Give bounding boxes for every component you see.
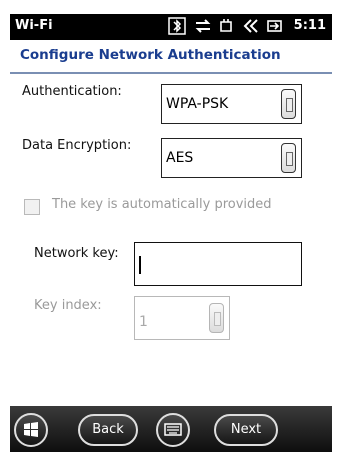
encryption-dropdown[interactable]: AES	[161, 138, 302, 178]
bluetooth-icon[interactable]	[168, 17, 186, 35]
next-button[interactable]: Next	[214, 414, 278, 446]
status-bar: Wi-Fi 5:11	[10, 14, 332, 40]
page-title: Configure Network Authentication	[20, 47, 281, 63]
title-bar: Configure Network Authentication	[10, 40, 332, 74]
encryption-label: Data Encryption:	[22, 138, 132, 153]
sync-icon[interactable]	[218, 17, 236, 35]
keyboard-button[interactable]	[156, 413, 190, 447]
key-index-dropdown[interactable]: 1	[134, 296, 230, 340]
data-transfer-icon[interactable]	[194, 17, 212, 35]
dropdown-arrow-icon[interactable]	[209, 303, 224, 333]
authentication-dropdown[interactable]: WPA-PSK	[161, 84, 302, 124]
keyboard-icon	[164, 423, 182, 436]
dropdown-arrow-icon[interactable]	[281, 89, 296, 119]
volume-icon[interactable]	[242, 17, 260, 35]
dropdown-arrow-icon[interactable]	[281, 143, 296, 173]
network-key-input[interactable]	[134, 242, 302, 286]
encryption-value: AES	[166, 150, 194, 166]
network-key-label: Network key:	[34, 246, 119, 261]
auto-key-label: The key is automatically provided	[52, 197, 272, 212]
bottom-bar: Back Next	[10, 406, 332, 452]
back-button[interactable]: Back	[78, 414, 138, 446]
windows-logo-icon	[24, 422, 38, 437]
authentication-label: Authentication:	[22, 84, 122, 99]
clock: 5:11	[293, 18, 326, 33]
key-index-value: 1	[139, 314, 148, 330]
authentication-value: WPA-PSK	[166, 96, 229, 112]
app-title: Wi-Fi	[15, 18, 53, 33]
start-button[interactable]	[14, 413, 48, 447]
text-caret	[139, 256, 141, 274]
key-index-label: Key index:	[34, 298, 102, 313]
auto-key-checkbox[interactable]	[24, 199, 40, 215]
battery-icon[interactable]	[266, 17, 284, 35]
